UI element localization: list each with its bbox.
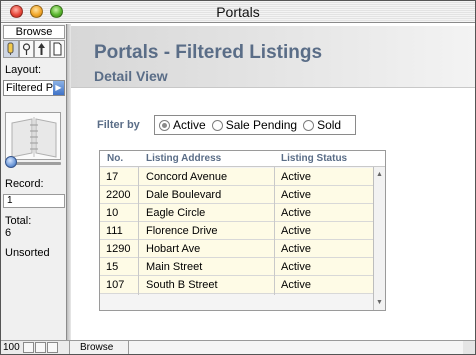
cell-no[interactable]: 107 <box>106 279 124 291</box>
radio-button[interactable] <box>211 119 223 131</box>
window-title: Portals <box>216 4 260 20</box>
table-row[interactable]: 17 Concord Avenue Active <box>100 168 375 186</box>
zoom-out-icon[interactable] <box>23 342 34 353</box>
cell-address[interactable]: Eagle Circle <box>146 207 205 219</box>
preview-tool-button[interactable] <box>49 40 65 58</box>
cell-address[interactable]: Concord Avenue <box>146 171 227 183</box>
bottom-bar: 100 Browse <box>1 340 475 354</box>
cell-status[interactable]: Active <box>281 279 311 291</box>
page-title: Portals - Filtered Listings <box>94 42 323 63</box>
book-icon <box>11 117 57 158</box>
zoom-level[interactable]: 100 <box>3 342 20 353</box>
cell-status[interactable]: Active <box>281 171 311 183</box>
table-row[interactable]: 1290 Hobart Ave Active <box>100 240 375 258</box>
table-row[interactable]: 107 South B Street Active <box>100 276 375 294</box>
filter-radio-group: Active Sale Pending Sold <box>154 115 356 135</box>
cell-status[interactable]: Active <box>281 243 311 255</box>
table-row[interactable]: 15 Main Street Active <box>100 258 375 276</box>
total-value: 6 <box>5 227 12 239</box>
sort-status: Unsorted <box>5 247 50 259</box>
filter-option-sold[interactable]: Sold <box>303 118 341 132</box>
filter-option-label: Active <box>173 118 206 132</box>
layout-tool-icon <box>38 43 46 55</box>
header-band: Portals - Filtered Listings Detail View <box>71 26 475 88</box>
scroll-down-icon[interactable]: ▼ <box>374 297 385 308</box>
layout-select-value: Filtered P <box>6 82 54 94</box>
browse-tool-button[interactable] <box>3 40 19 58</box>
cell-status[interactable]: Active <box>281 261 311 273</box>
table-row[interactable]: 10 Eagle Circle Active <box>100 204 375 222</box>
radio-button[interactable] <box>303 119 315 131</box>
table-row[interactable]: 2200 Dale Boulevard Active <box>100 186 375 204</box>
portal-scrollbar[interactable]: ▲ ▼ <box>373 167 385 310</box>
table-row[interactable]: 111 Florence Drive Active <box>100 222 375 240</box>
cell-no[interactable]: 15 <box>106 261 118 273</box>
filter-label: Filter by <box>97 119 140 131</box>
column-divider <box>274 167 275 295</box>
page-subtitle: Detail View <box>94 68 168 84</box>
preview-tool-icon <box>53 42 62 56</box>
total-label: Total: <box>5 215 32 227</box>
portal-header: No. Listing Address Listing Status <box>100 151 385 167</box>
filter-option-label: Sold <box>317 118 342 132</box>
resize-grip-icon[interactable] <box>463 341 475 354</box>
chevron-right-icon[interactable]: ▶ <box>53 81 64 95</box>
listings-portal[interactable]: No. Listing Address Listing Status 17 Co… <box>99 150 386 311</box>
cell-status[interactable]: Active <box>281 225 311 237</box>
radio-button[interactable] <box>159 119 170 131</box>
filter-option-active[interactable]: Active <box>159 118 206 132</box>
cell-address[interactable]: Hobart Ave <box>146 243 200 255</box>
toggle-status-area-icon[interactable] <box>47 342 58 353</box>
record-slider-thumb[interactable] <box>5 156 17 168</box>
find-tool-icon <box>22 43 30 55</box>
horizontal-scrollbar[interactable] <box>129 341 463 354</box>
title-bar[interactable]: Portals <box>1 1 475 23</box>
layout-content: Portals - Filtered Listings Detail View … <box>71 24 475 340</box>
cell-no[interactable]: 2200 <box>106 189 130 201</box>
cell-no[interactable]: 111 <box>106 225 123 237</box>
cell-status[interactable]: Active <box>281 207 311 219</box>
app-window: Portals Browse Layout: Filtered P ▶ Reco… <box>0 0 476 355</box>
column-header-no: No. <box>107 153 124 164</box>
cell-address[interactable]: Dale Boulevard <box>146 189 221 201</box>
browse-tool-icon <box>7 42 14 55</box>
mode-label: Browse <box>3 25 65 39</box>
cell-status[interactable]: Active <box>281 189 311 201</box>
column-divider <box>138 167 139 295</box>
scroll-up-icon[interactable]: ▲ <box>374 169 385 180</box>
mode-popup[interactable]: Browse <box>69 341 129 354</box>
column-header-status: Listing Status <box>281 153 348 164</box>
cell-no[interactable]: 1290 <box>106 243 130 255</box>
filter-option-sale-pending[interactable]: Sale Pending <box>211 118 298 132</box>
filter-option-label: Sale Pending <box>225 118 298 132</box>
status-area: Browse Layout: Filtered P ▶ Record: 1 To… <box>1 24 67 340</box>
cell-address[interactable]: Main Street <box>146 261 202 273</box>
find-tool-button[interactable] <box>18 40 34 58</box>
mode-tools <box>3 40 65 58</box>
layout-tool-button[interactable] <box>34 40 50 58</box>
record-number-field[interactable]: 1 <box>3 194 65 208</box>
cell-address[interactable]: Florence Drive <box>146 225 218 237</box>
column-header-address: Listing Address <box>146 153 222 164</box>
cell-no[interactable]: 10 <box>106 207 118 219</box>
layout-select[interactable]: Filtered P ▶ <box>3 80 65 96</box>
layout-label: Layout: <box>5 64 42 76</box>
zoom-in-icon[interactable] <box>35 342 46 353</box>
record-label: Record: <box>5 178 44 190</box>
cell-no[interactable]: 17 <box>106 171 118 183</box>
record-book[interactable] <box>5 112 61 160</box>
cell-address[interactable]: South B Street <box>146 279 218 291</box>
